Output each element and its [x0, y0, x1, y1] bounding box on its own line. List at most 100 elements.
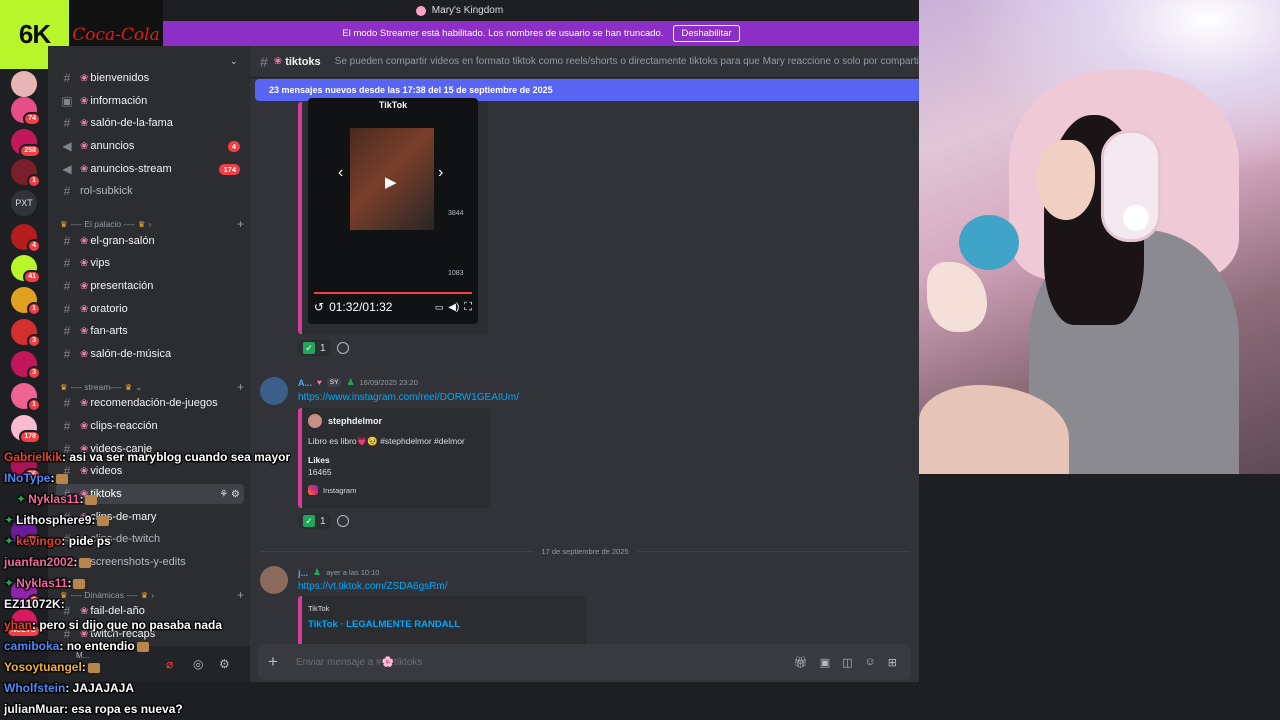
- emoji-icon[interactable]: ☺: [865, 656, 876, 669]
- server-icon[interactable]: 258: [11, 129, 41, 158]
- fullscreen-icon[interactable]: ⛶: [464, 301, 472, 314]
- next-arrow-icon[interactable]: ›: [438, 164, 443, 182]
- server-icon[interactable]: [11, 71, 37, 97]
- category-palacio[interactable]: ♛ ---- El palacio ---- ♛ › +: [60, 217, 244, 231]
- prev-arrow-icon[interactable]: ‹: [338, 164, 343, 182]
- channel-screenshots-y-edits[interactable]: # ❀ screenshots-y-edits: [56, 552, 244, 572]
- captions-icon[interactable]: ▭: [435, 302, 444, 313]
- hash-icon: #: [63, 604, 71, 618]
- reaction-check[interactable]: ✓ 1: [298, 513, 331, 529]
- embed-author[interactable]: stephdelmor: [328, 416, 382, 426]
- channel-bienvenidos[interactable]: # ❀ bienvenidos: [56, 68, 244, 88]
- flower-icon: ❀: [80, 348, 89, 360]
- message-author[interactable]: A...: [298, 378, 312, 388]
- server-icon[interactable]: 3: [11, 319, 41, 348]
- sticker-icon[interactable]: ◫: [842, 656, 852, 669]
- video-player[interactable]: TikTok ‹ › ▶ 3844 1083 ↺ 01:32/01:32 ▭ ◀…: [308, 98, 478, 324]
- server-icon[interactable]: 1: [11, 383, 41, 412]
- add-reaction-icon[interactable]: [336, 342, 349, 354]
- video-progress-bar[interactable]: [314, 292, 472, 294]
- channel-fail-del-ano[interactable]: # ❀ fail-del-año: [56, 601, 244, 621]
- channel-recomendacion-de-juegos[interactable]: # ❀ recomendación-de-juegos: [56, 393, 244, 413]
- server-badge: 10: [23, 534, 41, 548]
- channel-rol-subkick[interactable]: # rol-subkick: [56, 181, 244, 201]
- play-icon[interactable]: ▶: [385, 173, 397, 191]
- server-icon[interactable]: 26: [11, 453, 41, 482]
- channel-oratorio[interactable]: # ❀ oratorio: [56, 299, 244, 319]
- channel-informacion[interactable]: ▣ ❀ información: [56, 91, 244, 111]
- server-icon[interactable]: NUEVO: [6, 609, 41, 638]
- server-icon[interactable]: 1: [11, 287, 41, 316]
- category-label: ---- El palacio ----: [70, 219, 135, 229]
- server-icon[interactable]: 10: [11, 519, 41, 548]
- channel-twitch-recaps[interactable]: # ❀ twitch-recaps: [56, 624, 244, 644]
- mic-muted-icon[interactable]: ⌀: [166, 657, 173, 671]
- avatar[interactable]: [260, 566, 288, 594]
- channel-settings-icons[interactable]: ⚘ ⚙: [219, 489, 240, 500]
- message-input[interactable]: + Enviar mensaje a #🌸tiktoks 🎁︎ ▣ ◫ ☺ ⊞: [258, 644, 911, 680]
- channel-anuncios[interactable]: ◀ ❀ anuncios 4: [56, 136, 244, 156]
- server-icon[interactable]: 74: [11, 97, 41, 126]
- crown-icon: ♛: [60, 589, 68, 600]
- server-icon[interactable]: 3: [11, 351, 41, 380]
- channel-header: # ❀ tiktoks Se pueden compartir videos e…: [250, 46, 919, 78]
- gift-icon[interactable]: 🎁︎: [794, 656, 808, 669]
- server-icon[interactable]: 41: [11, 255, 41, 284]
- message-link[interactable]: https://vt.tiktok.com/ZSDA6gsRm/: [298, 581, 447, 592]
- channel-label: salón-de-música: [90, 348, 172, 360]
- channel-topic[interactable]: Se pueden compartir videos en formato ti…: [335, 56, 919, 67]
- server-icon[interactable]: 1: [11, 159, 41, 188]
- headphones-icon[interactable]: ◎: [193, 657, 203, 671]
- channel-videos[interactable]: # ❀ videos: [56, 461, 244, 481]
- message-link[interactable]: https://www.instagram.com/reel/DORW1GEAI…: [298, 392, 519, 403]
- gif-icon[interactable]: ▣: [820, 656, 830, 669]
- channel-salon-de-musica[interactable]: # ❀ salón-de-música: [56, 344, 244, 364]
- channel-clips-reaccion[interactable]: # ❀ clips-reacción: [56, 416, 244, 436]
- category-stream[interactable]: ♛ ---- stream---- ♛ ⌄ +: [60, 380, 244, 394]
- add-channel-icon[interactable]: +: [237, 217, 244, 231]
- video-likes: 3844: [448, 210, 464, 217]
- channel-presentacion[interactable]: # ❀ presentación: [56, 276, 244, 296]
- category-label: ---- Dinámicas ----: [70, 590, 138, 600]
- category-label: ---- stream----: [70, 382, 122, 392]
- server-icon[interactable]: 178: [11, 415, 41, 444]
- message-author[interactable]: j...: [298, 568, 308, 578]
- replay-icon[interactable]: ↺: [314, 300, 324, 314]
- server-icon[interactable]: 4: [11, 224, 41, 253]
- channel-el-gran-salon[interactable]: # ❀ el-gran-salón: [56, 231, 244, 251]
- volume-icon[interactable]: ◀): [448, 302, 459, 313]
- channel-clips-de-twitch[interactable]: # ❀ clips-de-twitch: [56, 529, 244, 549]
- hash-icon: #: [63, 510, 71, 524]
- video-time: 01:32/01:32: [329, 300, 393, 314]
- channel-fan-arts[interactable]: # ❀ fan-arts: [56, 321, 244, 341]
- server-icon[interactable]: 6: [11, 579, 41, 608]
- flower-icon: ❀: [273, 56, 283, 67]
- add-reaction-icon[interactable]: [336, 515, 349, 527]
- channel-label: clips-de-twitch: [90, 533, 161, 545]
- person-icon: ♟: [313, 567, 322, 577]
- chevron-down-icon[interactable]: ⌄: [230, 56, 238, 67]
- settings-gear-icon[interactable]: ⚙: [219, 657, 230, 671]
- add-channel-icon[interactable]: +: [237, 588, 244, 602]
- channel-label: el-gran-salón: [90, 235, 155, 247]
- avatar[interactable]: [260, 377, 288, 405]
- server-icon-pxt[interactable]: PXT: [11, 190, 37, 216]
- disable-streamer-mode-button[interactable]: Deshabilitar: [673, 25, 740, 42]
- channel-videos-canje[interactable]: # ❀ videos-canje: [56, 439, 244, 459]
- flower-icon: ❀: [80, 443, 89, 455]
- channel-salon-de-la-fama[interactable]: # ❀ salón-de-la-fama: [56, 113, 244, 133]
- reaction-check[interactable]: ✓ 1: [298, 340, 331, 356]
- flower-icon: ❀: [80, 488, 89, 500]
- add-channel-icon[interactable]: +: [237, 380, 244, 394]
- embed-title[interactable]: TikTok · LEGALMENTE RANDALL: [308, 619, 460, 630]
- channel-vips[interactable]: # ❀ vips: [56, 253, 244, 273]
- channel-anuncios-stream[interactable]: ◀ ❀ anuncios-stream 174: [56, 159, 244, 179]
- attach-plus-icon[interactable]: +: [268, 652, 292, 672]
- message-input-placeholder: Enviar mensaje a #🌸tiktoks: [296, 656, 423, 668]
- channel-tiktoks[interactable]: # ❀ tiktoks ⚘ ⚙: [56, 484, 244, 504]
- category-dinamicas[interactable]: ♛ ---- Dinámicas ---- ♛ › +: [60, 588, 244, 602]
- tiktok-embed-content: TikTok TikTok · LEGALMENTE RANDALL: [308, 604, 460, 630]
- megaphone-icon: ◀: [62, 162, 72, 176]
- channel-clips-de-mary[interactable]: # ❀ clips-de-mary: [56, 507, 244, 527]
- apps-icon[interactable]: ⊞: [888, 656, 897, 669]
